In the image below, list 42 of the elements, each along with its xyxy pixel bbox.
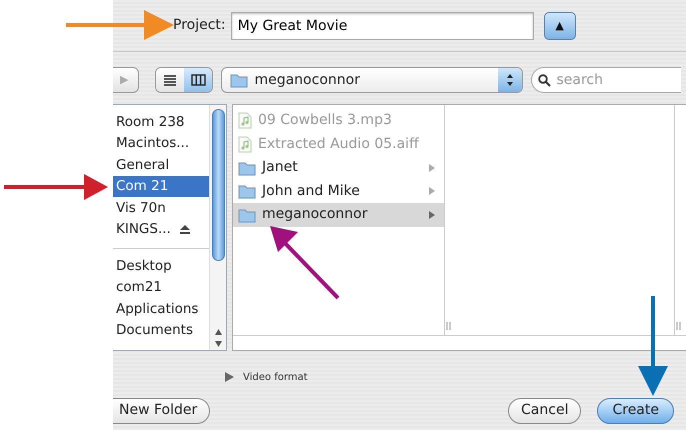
list-icon bbox=[162, 74, 178, 86]
sidebar-item[interactable]: Documents bbox=[113, 320, 209, 341]
location-popup[interactable]: meganoconnor bbox=[221, 67, 524, 93]
sidebar-item[interactable]: Com 21 bbox=[113, 176, 209, 197]
list-view-button[interactable] bbox=[156, 68, 184, 92]
folder-icon bbox=[230, 72, 248, 88]
folder-icon bbox=[238, 206, 256, 223]
sidebar-item[interactable]: Applications bbox=[113, 298, 209, 320]
stepper-icon bbox=[506, 73, 514, 87]
sidebar-item[interactable]: KINGS... bbox=[113, 218, 209, 240]
new-folder-button[interactable]: New Folder bbox=[113, 398, 210, 424]
resize-grip-icon[interactable] bbox=[676, 321, 682, 331]
scroll-thumb[interactable] bbox=[212, 109, 224, 261]
sidebar-item[interactable]: com21 bbox=[113, 276, 209, 298]
sidebar-item[interactable]: Vis 70n bbox=[113, 197, 209, 218]
chevron-icon bbox=[428, 186, 436, 196]
chevron-icon bbox=[428, 210, 436, 220]
file-row[interactable]: John and Mike bbox=[233, 180, 444, 203]
audio-file-icon bbox=[238, 136, 252, 153]
video-format-label: Video format bbox=[243, 370, 308, 384]
folder-icon bbox=[238, 160, 256, 176]
eject-icon[interactable] bbox=[178, 224, 191, 235]
project-name-field[interactable]: My Great Movie bbox=[230, 12, 534, 40]
sidebar-item[interactable]: Macintos... bbox=[113, 132, 209, 154]
audio-file-icon bbox=[238, 112, 252, 130]
cancel-button[interactable]: Cancel bbox=[508, 398, 582, 424]
file-row[interactable]: meganoconnor bbox=[233, 203, 444, 226]
chevron-icon bbox=[428, 162, 436, 173]
expand-button[interactable]: ▲ bbox=[544, 12, 576, 40]
sidebar-item[interactable]: Desktop bbox=[113, 255, 209, 276]
resize-grip-icon[interactable] bbox=[446, 321, 452, 331]
columns-icon bbox=[190, 74, 206, 86]
column-view-button[interactable] bbox=[184, 68, 212, 92]
sidebar-item[interactable]: Room 238 bbox=[113, 111, 209, 132]
file-row[interactable]: Janet bbox=[233, 156, 444, 180]
create-button[interactable]: Create bbox=[597, 398, 674, 424]
project-label: Project: bbox=[173, 16, 226, 35]
search-field[interactable]: search bbox=[531, 67, 682, 93]
sidebar-item[interactable]: General bbox=[113, 154, 209, 176]
folder-icon bbox=[238, 183, 256, 200]
disclosure-triangle-icon[interactable] bbox=[223, 371, 235, 383]
search-icon bbox=[538, 74, 552, 87]
